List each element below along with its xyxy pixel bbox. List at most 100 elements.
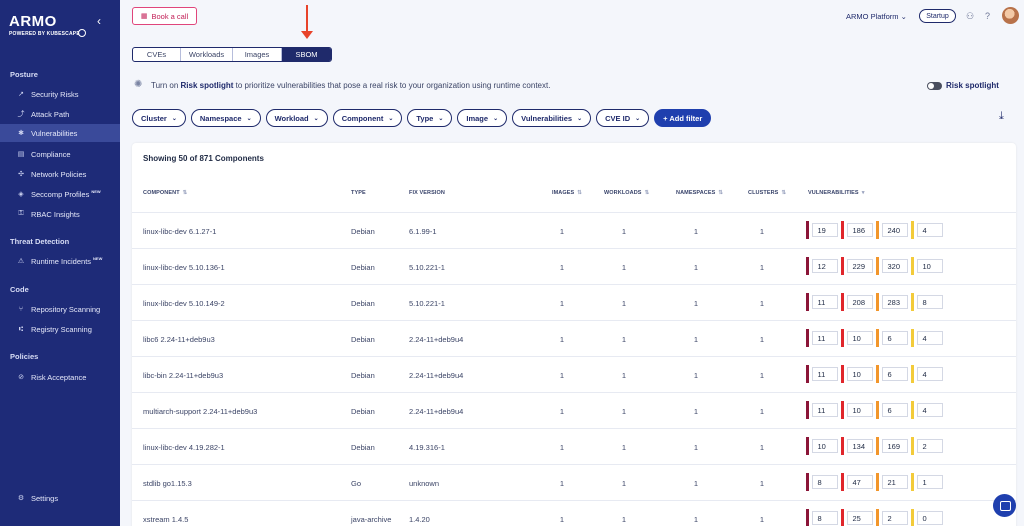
book-call-button[interactable]: ▦ Book a call bbox=[132, 7, 197, 25]
sidebar-item-repository-scanning[interactable]: ⑂ Repository Scanning bbox=[0, 300, 120, 318]
clipboard-icon: ▤ bbox=[17, 151, 25, 158]
severity-bar-critical bbox=[806, 509, 809, 526]
header-clusters[interactable]: CLUSTERS ⇅ bbox=[748, 190, 786, 196]
vuln-value-high: 10 bbox=[846, 367, 873, 381]
sidebar-item-compliance[interactable]: ▤ Compliance bbox=[0, 145, 120, 163]
table-row[interactable]: stdlib go1.15.3 Go unknown 1 1 1 1 8 47 21 1 bbox=[132, 464, 1016, 500]
filter-workload[interactable]: Workload ⌄ bbox=[265, 109, 328, 127]
table-row[interactable]: linux-libc-dev 4.19.282-1 Debian 4.19.316-… bbox=[132, 428, 1016, 464]
filter-vulnerabilities[interactable]: Vulnerabilities ⌄ bbox=[512, 109, 592, 127]
sidebar-item-runtime-incidents[interactable]: ⚠ Runtime Incidents NEW bbox=[0, 252, 120, 270]
filter-type[interactable]: Type ⌄ bbox=[407, 109, 453, 127]
plan-badge[interactable]: Startup bbox=[919, 9, 956, 23]
vuln-count-medium: 240 bbox=[876, 221, 908, 239]
table-row[interactable]: linux-libc-dev 6.1.27-1 Debian 6.1.99-1 1 1 1… bbox=[132, 212, 1016, 248]
severity-bar-low bbox=[911, 257, 914, 275]
filter-component[interactable]: Component ⌄ bbox=[332, 109, 403, 127]
severity-bar-medium bbox=[876, 509, 879, 526]
vuln-value-critical: 11 bbox=[811, 367, 838, 381]
sort-icon: ⇅ bbox=[718, 190, 724, 196]
header-workloads[interactable]: WORKLOADS ⇅ bbox=[604, 190, 649, 196]
sidebar-item-risk-acceptance[interactable]: ⊘ Risk Acceptance bbox=[0, 368, 120, 386]
help-icon[interactable]: ? bbox=[985, 11, 990, 21]
cell-component: xstream 1.4.5 bbox=[143, 515, 189, 524]
cell-component: libc-bin 2.24-11+deb9u3 bbox=[143, 371, 224, 380]
chevron-down-icon: ⌄ bbox=[577, 115, 583, 122]
sidebar-item-vulnerabilities[interactable]: ✱ Vulnerabilities bbox=[0, 124, 120, 142]
sidebar-item-seccomp-profiles[interactable]: ◈ Seccomp Profiles NEW bbox=[0, 185, 120, 203]
header-component[interactable]: COMPONENT ⇅ bbox=[143, 190, 187, 196]
cell-type: Debian bbox=[351, 227, 375, 236]
sidebar-item-network-policies[interactable]: ✣ Network Policies bbox=[0, 165, 120, 183]
severity-bar-low bbox=[911, 509, 914, 526]
table-row[interactable]: linux-libc-dev 5.10.136-1 Debian 5.10.221-… bbox=[132, 248, 1016, 284]
filter-namespace[interactable]: Namespace ⌄ bbox=[190, 109, 261, 127]
table-row[interactable]: multiarch-support 2.24-11+deb9u3 Debian 2.… bbox=[132, 392, 1016, 428]
section-code: Code bbox=[10, 285, 29, 294]
risk-spotlight-toggle[interactable] bbox=[927, 82, 942, 90]
tab-sbom[interactable]: SBOM bbox=[282, 48, 331, 61]
sidebar-item-attack-path[interactable]: ⤴ Attack Path bbox=[0, 105, 120, 123]
table-row[interactable]: linux-libc-dev 5.10.149-2 Debian 5.10.221-… bbox=[132, 284, 1016, 320]
collapse-sidebar-icon[interactable]: ‹ bbox=[97, 14, 101, 28]
sidebar-item-rbac-insights[interactable]: ⚿ RBAC Insights bbox=[0, 205, 120, 223]
severity-bar-high bbox=[841, 221, 844, 239]
tab-cves[interactable]: CVEs bbox=[133, 48, 181, 61]
table-row[interactable]: libc-bin 2.24-11+deb9u3 Debian 2.24-11+deb… bbox=[132, 356, 1016, 392]
cell-namespaces: 1 bbox=[693, 407, 699, 416]
vuln-count-low: 8 bbox=[911, 293, 943, 311]
cell-workloads: 1 bbox=[621, 515, 627, 524]
add-filter-button[interactable]: + Add filter bbox=[654, 109, 712, 127]
header-fix-version: FIX VERSION bbox=[409, 190, 445, 196]
vuln-count-medium: 2 bbox=[876, 509, 908, 526]
vuln-count-high: 186 bbox=[841, 221, 873, 239]
chat-icon[interactable] bbox=[993, 494, 1016, 517]
filter-cve-id[interactable]: CVE ID ⌄ bbox=[596, 109, 650, 127]
cell-type: Debian bbox=[351, 407, 375, 416]
cell-component: libc6 2.24-11+deb9u3 bbox=[143, 335, 215, 344]
cell-fix-version: 1.4.20 bbox=[409, 515, 430, 524]
header-images[interactable]: IMAGES ⇅ bbox=[552, 190, 582, 196]
rbac-icon: ⚿ bbox=[18, 210, 24, 217]
cell-workloads: 1 bbox=[621, 263, 627, 272]
sidebar-item-settings[interactable]: ⚙ Settings bbox=[0, 489, 120, 507]
vuln-value-high: 25 bbox=[846, 511, 873, 525]
sidebar-item-security-risks[interactable]: ↗ Security Risks bbox=[0, 85, 120, 103]
users-icon[interactable]: ⚇ bbox=[966, 11, 974, 22]
cell-component: linux-libc-dev 5.10.136-1 bbox=[143, 263, 225, 272]
chevron-down-icon: ⌄ bbox=[438, 115, 444, 122]
vuln-value-high: 186 bbox=[846, 223, 873, 237]
tab-images[interactable]: Images bbox=[233, 48, 282, 61]
vuln-count-critical: 19 bbox=[806, 221, 838, 239]
tab-workloads[interactable]: Workloads bbox=[181, 48, 233, 61]
severity-bar-critical bbox=[806, 437, 809, 455]
filter-cluster[interactable]: Cluster ⌄ bbox=[132, 109, 186, 127]
vuln-count-critical: 10 bbox=[806, 437, 838, 455]
chevron-down-icon: ⌄ bbox=[635, 115, 641, 122]
registry-icon: ⑆ bbox=[18, 325, 24, 333]
vuln-count-low: 4 bbox=[911, 401, 943, 419]
platform-selector[interactable]: ARMO Platform ⌄ bbox=[846, 12, 907, 21]
severity-bar-high bbox=[841, 365, 844, 383]
vuln-count-medium: 6 bbox=[876, 401, 908, 419]
cell-images: 1 bbox=[559, 335, 565, 344]
vuln-count-high: 25 bbox=[841, 509, 873, 526]
vuln-value-medium: 6 bbox=[881, 367, 908, 381]
table-row[interactable]: libc6 2.24-11+deb9u3 Debian 2.24-11+deb9u4… bbox=[132, 320, 1016, 356]
cell-clusters: 1 bbox=[759, 479, 765, 488]
sidebar-item-registry-scanning[interactable]: ⑆ Registry Scanning bbox=[0, 320, 120, 338]
cell-fix-version: 5.10.221-1 bbox=[409, 299, 445, 308]
table-row[interactable]: xstream 1.4.5 java-archive 1.4.20 1 1 1 1 8 25 2 0 bbox=[132, 500, 1016, 526]
header-vulnerabilities[interactable]: VULNERABILITIES ▾ bbox=[808, 190, 865, 196]
cell-type: Debian bbox=[351, 335, 375, 344]
severity-bar-medium bbox=[876, 257, 879, 275]
cell-namespaces: 1 bbox=[693, 335, 699, 344]
filter-bar: Cluster ⌄ Namespace ⌄ Workload ⌄ Component ⌄… bbox=[132, 109, 712, 127]
download-icon[interactable]: ⤓ bbox=[999, 110, 1004, 123]
avatar[interactable] bbox=[1002, 7, 1019, 24]
header-namespaces[interactable]: NAMESPACES ⇅ bbox=[676, 190, 723, 196]
filter-image[interactable]: Image ⌄ bbox=[457, 109, 508, 127]
cell-fix-version: 5.10.221-1 bbox=[409, 263, 445, 272]
severity-bar-low bbox=[911, 473, 914, 491]
chevron-down-icon: ⌄ bbox=[313, 115, 319, 122]
